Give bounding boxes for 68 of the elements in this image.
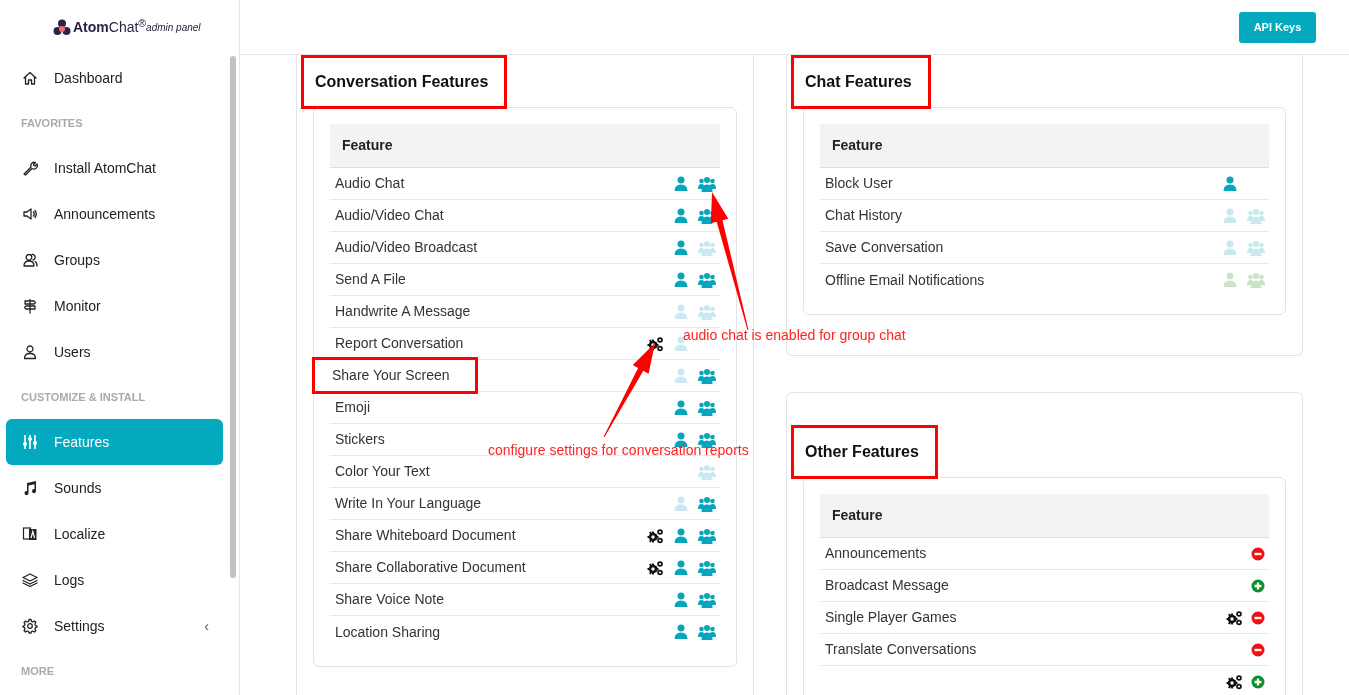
wrench-icon bbox=[22, 160, 38, 176]
sliders-icon bbox=[22, 434, 38, 450]
sidebar-item[interactable]: Install AtomChat bbox=[6, 145, 223, 191]
feature-name: Audio/Video Broadcast bbox=[335, 238, 478, 257]
remove-icon[interactable] bbox=[1251, 546, 1265, 561]
sidebar-item[interactable]: Announcements bbox=[6, 191, 223, 237]
layers-icon bbox=[22, 572, 38, 588]
translate-icon bbox=[22, 526, 38, 542]
settings-icon bbox=[22, 618, 38, 634]
feature-name: Location Sharing bbox=[335, 622, 441, 642]
panel-title: Chat Features bbox=[791, 55, 931, 109]
panel-title: Other Features bbox=[791, 425, 938, 479]
feature-name: Emoji bbox=[335, 398, 370, 417]
feature-name: Write In Your Language bbox=[335, 494, 482, 513]
sidebar-item[interactable]: Users bbox=[6, 329, 223, 375]
feature-name: Stickers bbox=[335, 430, 385, 449]
sidebar-item[interactable]: Groups bbox=[6, 237, 223, 283]
speaker-icon bbox=[22, 206, 38, 222]
column-header: Feature bbox=[330, 124, 720, 168]
sidebar-item[interactable]: Settings ‹ bbox=[6, 603, 223, 649]
feature-name: Block User bbox=[825, 174, 893, 193]
feature-name: Share Your Screen bbox=[312, 357, 478, 394]
panel-title: Conversation Features bbox=[301, 55, 508, 109]
add-icon[interactable] bbox=[1251, 578, 1265, 593]
feature-name: Audio/Video Chat bbox=[335, 206, 444, 225]
settings-icon[interactable] bbox=[1226, 674, 1243, 690]
remove-icon[interactable] bbox=[1251, 642, 1265, 657]
section-label: MORE bbox=[20, 663, 55, 679]
feature-name: Translate Conversations bbox=[825, 640, 977, 659]
sidebar-item[interactable]: Monitor bbox=[6, 283, 223, 329]
logo-tagline: admin panel bbox=[146, 22, 201, 35]
feature-name: Offline Email Notifications bbox=[825, 270, 985, 290]
feature-name: Audio Chat bbox=[335, 174, 405, 193]
logo-icon bbox=[53, 19, 71, 36]
feature-name: Share Collaborative Document bbox=[335, 558, 526, 577]
feature-name: Save Conversation bbox=[825, 238, 944, 257]
sidebar-item[interactable]: Dashboard bbox=[6, 55, 223, 101]
feature-name: Broadcast Message bbox=[825, 576, 949, 595]
section-label: FAVORITES bbox=[20, 115, 84, 131]
person-icon bbox=[22, 344, 38, 360]
column-header: Feature bbox=[820, 494, 1269, 538]
feature-name: Report Conversation bbox=[335, 334, 464, 353]
feature-name: Share Voice Note bbox=[335, 590, 444, 609]
feature-name: Single Player Games bbox=[825, 608, 957, 627]
annotation-text: audio chat is enabled for group chat bbox=[683, 326, 906, 345]
caret-icon: ‹ bbox=[204, 615, 209, 637]
logo-text: AtomChat$^{®}$ bbox=[73, 17, 147, 37]
feature-name: Announcements bbox=[825, 544, 927, 563]
settings-icon[interactable] bbox=[1226, 609, 1243, 626]
feature-name: Send A File bbox=[335, 270, 406, 289]
column-header: Feature bbox=[820, 124, 1269, 168]
annotation-text: configure settings for conversation reports bbox=[488, 441, 749, 460]
settings-icon[interactable] bbox=[647, 527, 664, 544]
sidebar-item[interactable]: Sounds bbox=[6, 465, 223, 511]
feature-name: Chat History bbox=[825, 206, 903, 225]
feature-name: Share Whiteboard Document bbox=[335, 526, 516, 545]
people-icon bbox=[22, 252, 38, 268]
signpost-icon bbox=[22, 298, 38, 314]
music-note-icon bbox=[22, 480, 38, 496]
feature-name: Color Your Text bbox=[335, 462, 430, 481]
sidebar-item[interactable]: Logs bbox=[6, 557, 223, 603]
remove-icon[interactable] bbox=[1251, 610, 1265, 625]
home-icon bbox=[22, 70, 38, 86]
settings-icon[interactable] bbox=[647, 559, 664, 576]
feature-name: Handwrite A Message bbox=[335, 302, 471, 321]
section-label: CUSTOMIZE & INSTALL bbox=[20, 389, 147, 405]
add-icon[interactable] bbox=[1251, 675, 1265, 689]
sidebar-item[interactable]: Localize bbox=[6, 511, 223, 557]
